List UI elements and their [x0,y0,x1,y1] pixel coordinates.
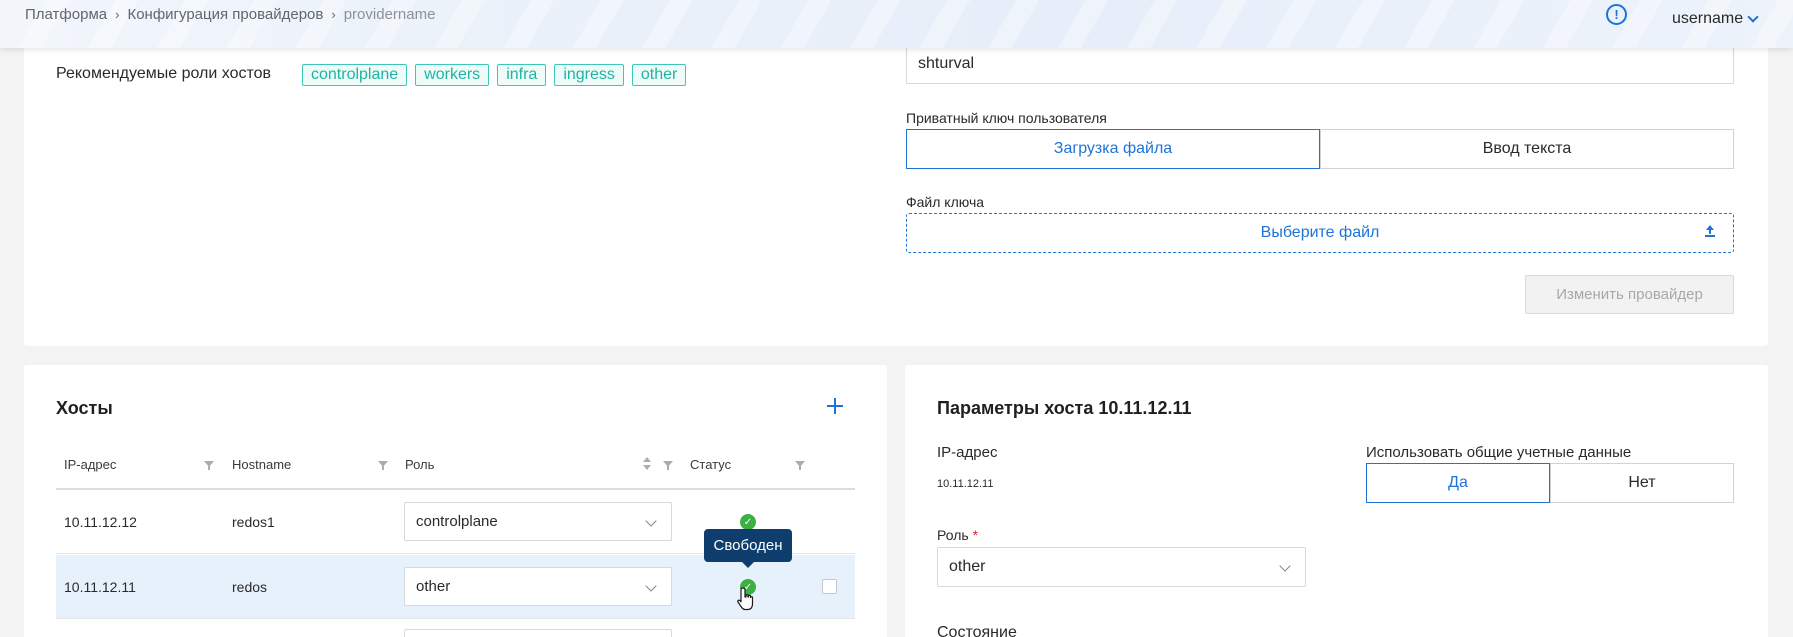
private-key-label: Приватный ключ пользователя [906,110,1107,126]
required-marker: * [972,527,979,543]
top-header: Платформа › Конфигурация провайдеров › p… [0,0,1793,48]
chevron-right-icon: › [331,7,336,22]
status-ok-icon[interactable]: ✓ [740,514,756,530]
user-field[interactable]: shturval [906,44,1734,84]
key-mode-file-button[interactable]: Загрузка файла [906,129,1320,169]
host-params-title: Параметры хоста 10.11.12.11 [937,398,1192,418]
sort-icon[interactable] [643,457,651,471]
choose-file-dropzone[interactable]: Выберите файл [906,213,1734,253]
user-field-value: shturval [918,55,975,72]
role-tag: workers [415,64,490,86]
filter-icon[interactable] [378,461,388,470]
row-role-value: other [416,578,451,595]
add-host-icon[interactable] [827,398,843,414]
hosts-title: Хосты [56,398,113,418]
role-tag: other [631,64,687,86]
breadcrumb-current: providername [343,6,436,23]
host-role-value: other [949,558,986,575]
chevron-right-icon: › [115,7,120,22]
key-mode-toggle: Загрузка файла Ввод текста [906,129,1734,169]
recommended-roles-tags: controlplane workers infra ingress other [302,64,687,86]
shared-credentials-toggle: Да Нет [1366,463,1734,503]
row-ip: 10.11.12.12 [64,514,137,530]
choose-file-label: Выберите файл [1260,224,1380,241]
role-tag: controlplane [302,64,408,86]
row-checkbox[interactable] [822,579,837,594]
host-state-label: Состояние [937,624,1017,637]
chevron-down-icon [1747,11,1759,23]
chevron-down-icon [645,515,657,527]
host-role-select[interactable]: other [937,547,1306,587]
row-role-value: controlplane [416,513,498,530]
host-ip-label: IP-адрес [937,444,998,461]
shared-credentials-yes-button[interactable]: Да [1366,463,1550,503]
role-tag: infra [497,64,547,86]
column-header-status[interactable]: Статус [690,457,731,472]
column-header-ip[interactable]: IP-адрес [64,457,116,472]
column-header-role[interactable]: Роль [405,457,434,472]
update-provider-button[interactable]: Изменить провайдер [1525,275,1734,314]
row-ip: 10.11.12.11 [64,579,136,595]
upload-icon [1705,225,1715,237]
row-hostname: redos1 [232,514,275,530]
filter-icon[interactable] [663,461,673,470]
breadcrumb-providers[interactable]: Конфигурация провайдеров [127,6,323,23]
host-role-label-text: Роль [937,527,969,543]
row-role-select[interactable]: controlplane [404,502,672,541]
column-header-hostname[interactable]: Hostname [232,457,291,472]
status-tooltip: Свободен [704,529,792,568]
breadcrumb-platform[interactable]: Платформа [25,6,107,23]
key-file-label: Файл ключа [906,194,985,210]
breadcrumb: Платформа › Конфигурация провайдеров › p… [25,6,435,23]
host-ip-value: 10.11.12.11 [937,478,994,490]
filter-icon[interactable] [204,461,214,470]
role-tag: ingress [554,64,624,86]
username-label: username [1672,10,1744,27]
host-role-label: Роль * [937,527,978,543]
row-role-select[interactable]: other [404,567,672,606]
user-menu[interactable]: username [1672,10,1759,28]
recommended-roles-label: Рекомендуемые роли хостов [56,65,272,82]
shared-credentials-label: Использовать общие учетные данные [1366,444,1632,461]
row-role-select-partial[interactable] [404,629,672,637]
key-mode-text-button[interactable]: Ввод текста [1320,129,1734,169]
chevron-down-icon [1279,560,1291,572]
chevron-down-icon [645,580,657,592]
provider-card [24,38,1768,346]
hand-cursor-icon [737,587,754,611]
shared-credentials-no-button[interactable]: Нет [1550,463,1734,503]
row-hostname: redos [232,579,268,595]
filter-icon[interactable] [795,461,805,470]
notification-alert-icon[interactable]: ! [1606,4,1627,25]
